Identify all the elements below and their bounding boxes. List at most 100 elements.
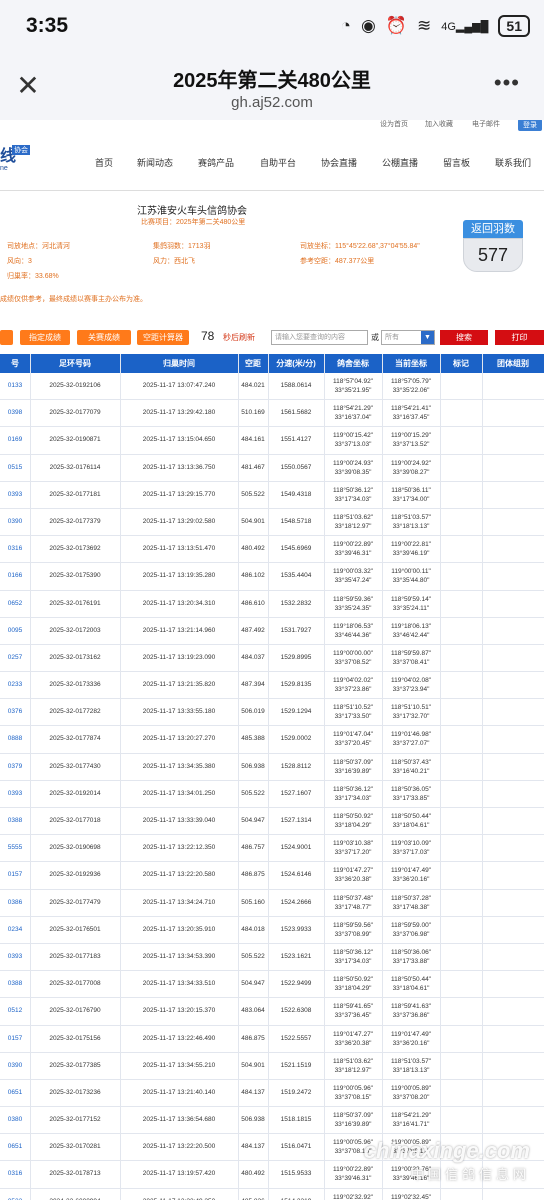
table-row[interactable]: 0233 2025-32-0173336 2025-11-17 13:21:35.8…: [0, 672, 544, 700]
cell-ring-suffix[interactable]: 0386: [0, 890, 30, 916]
nav-assoc-live[interactable]: 协会直播: [321, 156, 357, 169]
table-row[interactable]: 0316 2025-32-0173692 2025-11-17 13:13:51.4…: [0, 536, 544, 564]
print-button[interactable]: 打印: [495, 330, 544, 345]
cell-distance: 505.160: [241, 898, 265, 906]
cell-ring-suffix[interactable]: 0888: [0, 726, 30, 752]
cell-ring-suffix[interactable]: 0393: [0, 944, 30, 970]
nav-divider: [0, 190, 544, 191]
table-row[interactable]: 0095 2025-32-0172003 2025-11-17 13:21:14.9…: [0, 618, 544, 645]
nav-home[interactable]: 首页: [95, 156, 113, 169]
cell-ring-suffix[interactable]: 0234: [0, 917, 30, 943]
cell-ring-suffix[interactable]: 0095: [0, 618, 30, 644]
table-row[interactable]: 0376 2025-32-0177282 2025-11-17 13:33:55.1…: [0, 699, 544, 727]
chevron-down-icon[interactable]: ▼: [421, 331, 434, 344]
col-loft-coord[interactable]: 鸽舍坐标: [324, 354, 382, 373]
cell-arrival-time: 2025-11-17 13:29:02.580: [142, 517, 216, 525]
col-arrival-time[interactable]: 归巢时间: [120, 354, 238, 373]
table-row[interactable]: 0888 2025-32-0177874 2025-11-17 13:20:27.2…: [0, 726, 544, 754]
table-row[interactable]: 05222024-32-60009942025-11-17 13:23:49.2…: [0, 1189, 544, 1200]
table-row[interactable]: 0393 2025-32-0177183 2025-11-17 13:34:53.3…: [0, 944, 544, 972]
cell-ring-suffix[interactable]: 0388: [0, 971, 30, 997]
cell-ring-suffix[interactable]: 0390: [0, 1053, 30, 1079]
cell-ring-suffix[interactable]: 0388: [0, 808, 30, 834]
cell-ring-suffix[interactable]: 0515: [0, 455, 30, 481]
nav-news[interactable]: 新闻动态: [137, 156, 173, 169]
cell-loft-coord: 118°50'50.92" 33°18'04.29": [332, 813, 373, 829]
cell-ring-suffix[interactable]: 0390: [0, 509, 30, 535]
table-row[interactable]: 5555 2025-32-0190698 2025-11-17 13:22:12.3…: [0, 835, 544, 863]
cell-ring-suffix[interactable]: 0512: [0, 998, 30, 1024]
table-row[interactable]: 0388 2025-32-0177018 2025-11-17 13:33:39.0…: [0, 808, 544, 836]
table-row[interactable]: 0380 2025-32-0177152 2025-11-17 13:36:54.6…: [0, 1107, 544, 1135]
table-row[interactable]: 0234 2025-32-0176501 2025-11-17 13:20:35.9…: [0, 917, 544, 944]
table-row[interactable]: 0652 2025-32-0176191 2025-11-17 13:20:34.3…: [0, 591, 544, 618]
table-row[interactable]: 0390 2025-32-0177385 2025-11-17 13:34:55.2…: [0, 1053, 544, 1080]
table-row[interactable]: 0390 2025-32-0177379 2025-11-17 13:29:02.5…: [0, 509, 544, 537]
col-speed[interactable]: 分速(米/分): [268, 354, 324, 373]
cell-ring-suffix[interactable]: 0316: [0, 1161, 30, 1187]
filter-select[interactable]: 所有 ▼: [381, 330, 435, 345]
more-menu-icon[interactable]: •••: [494, 70, 520, 96]
nav-self-service[interactable]: 自助平台: [260, 156, 296, 169]
cell-ring-suffix[interactable]: 0379: [0, 754, 30, 780]
col-mark[interactable]: 标记: [440, 354, 482, 373]
specified-results-button[interactable]: 指定成绩: [20, 330, 70, 345]
nav-guestbook[interactable]: 留言板: [443, 156, 470, 169]
nav-products[interactable]: 赛鸽产品: [198, 156, 234, 169]
table-row[interactable]: 0512 2025-32-0176790 2025-11-17 13:20:15.3…: [0, 998, 544, 1026]
cell-ring-suffix[interactable]: 0233: [0, 672, 30, 698]
cell-ring-suffix[interactable]: 0316: [0, 536, 30, 562]
cell-ring-suffix[interactable]: 0651: [0, 1080, 30, 1106]
search-button[interactable]: 搜索: [440, 330, 488, 345]
top-link-favorite[interactable]: 加入收藏: [425, 120, 453, 129]
col-current-coord[interactable]: 当前坐标: [382, 354, 440, 373]
nav-loft-live[interactable]: 公棚直播: [382, 156, 418, 169]
table-row[interactable]: 0169 2025-32-0190871 2025-11-17 13:15:04.6…: [0, 427, 544, 455]
cell-ring-number: 2025-32-0190871: [49, 436, 101, 444]
distance-calculator-button[interactable]: 空距计算器: [137, 330, 189, 345]
cell-ring-suffix[interactable]: 5555: [0, 835, 30, 861]
table-row[interactable]: 0257 2025-32-0173162 2025-11-17 13:19:23.0…: [0, 645, 544, 673]
cell-ring-suffix[interactable]: 0652: [0, 591, 30, 617]
cell-ring-suffix[interactable]: 0376: [0, 699, 30, 725]
table-row[interactable]: 0398 2025-32-0177079 2025-11-17 13:29:42.1…: [0, 400, 544, 428]
results-button[interactable]: [0, 330, 13, 345]
cell-ring-suffix[interactable]: 0257: [0, 645, 30, 671]
table-row[interactable]: 0157 2025-32-0175156 2025-11-17 13:22:46.4…: [0, 1026, 544, 1053]
round-results-button[interactable]: 关赛成绩: [77, 330, 131, 345]
cell-ring-suffix[interactable]: 0522: [0, 1189, 30, 1200]
table-row[interactable]: 0651 2025-32-0173236 2025-11-17 13:21:40.1…: [0, 1080, 544, 1108]
cell-current-coord: 119°01'47.49" 33°36'20.16": [390, 1030, 431, 1047]
cell-ring-suffix[interactable]: 0166: [0, 563, 30, 589]
cell-current-coord: 119°02'32.45"33°37'31.45": [390, 1193, 431, 1200]
table-row[interactable]: 0388 2025-32-0177008 2025-11-17 13:34:33.5…: [0, 971, 544, 999]
top-link-home[interactable]: 设为首页: [380, 120, 408, 129]
col-distance[interactable]: 空距: [238, 354, 268, 373]
cell-ring-suffix[interactable]: 0380: [0, 1107, 30, 1133]
col-ring-suffix[interactable]: 号: [0, 354, 30, 373]
cell-ring-suffix[interactable]: 0157: [0, 1026, 30, 1052]
table-row[interactable]: 0515 2025-32-0176114 2025-11-17 13:13:36.7…: [0, 455, 544, 482]
table-row[interactable]: 0386 2025-32-0177479 2025-11-17 13:34:24.7…: [0, 890, 544, 917]
cell-loft-coord: 118°50'37.48" 33°17'48.77": [332, 894, 373, 911]
table-row[interactable]: 0133 2025-32-0192106 2025-11-17 13:07:47.2…: [0, 373, 544, 401]
cell-ring-suffix[interactable]: 0398: [0, 400, 30, 426]
search-input[interactable]: 请输入您要查询的内容: [271, 330, 368, 345]
top-link-email[interactable]: 电子邮件: [472, 120, 500, 129]
nav-contact[interactable]: 联系我们: [495, 156, 531, 169]
table-row[interactable]: 0157 2025-32-0192936 2025-11-17 13:22:20.5…: [0, 862, 544, 890]
cell-loft-coord: 118°51'03.62" 33°18'12.97": [332, 1057, 373, 1074]
cell-ring-suffix[interactable]: 0651: [0, 1134, 30, 1160]
table-row[interactable]: 0393 2025-32-0177181 2025-11-17 13:29:15.7…: [0, 482, 544, 509]
cell-ring-suffix[interactable]: 0157: [0, 862, 30, 888]
login-button[interactable]: 登录: [518, 120, 542, 131]
cell-ring-suffix[interactable]: 0169: [0, 427, 30, 453]
cell-ring-suffix[interactable]: 0393: [0, 781, 30, 807]
cell-ring-suffix[interactable]: 0133: [0, 373, 30, 399]
table-row[interactable]: 0393 2025-32-0192014 2025-11-17 13:34:01.2…: [0, 781, 544, 808]
col-team-group[interactable]: 团体组别: [482, 354, 544, 373]
table-row[interactable]: 0166 2025-32-0175390 2025-11-17 13:19:35.2…: [0, 563, 544, 591]
table-row[interactable]: 0379 2025-32-0177430 2025-11-17 13:34:35.3…: [0, 754, 544, 781]
col-ring-number[interactable]: 足环号码: [30, 354, 120, 373]
cell-ring-suffix[interactable]: 0393: [0, 482, 30, 508]
